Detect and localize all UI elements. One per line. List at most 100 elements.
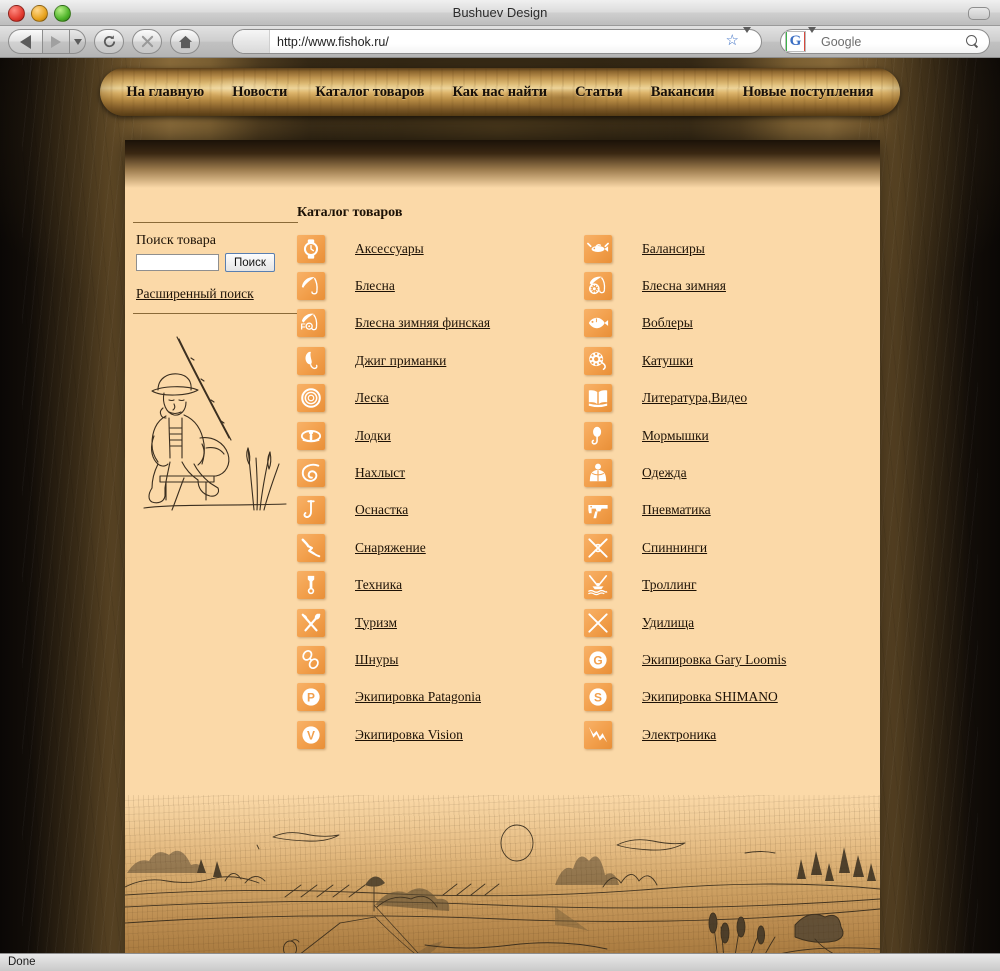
catalog-item[interactable]: Лодки (297, 417, 584, 454)
catalog-link[interactable]: Аксессуары (355, 241, 424, 257)
catalog-link[interactable]: Удилища (642, 615, 694, 631)
catalog-item[interactable]: F Блесна зимняя финская (297, 305, 584, 342)
main-navigation: На главную Новости Каталог товаров Как н… (100, 68, 900, 116)
search-bar[interactable]: G Google (780, 26, 990, 54)
history-dropdown-button[interactable] (69, 29, 86, 54)
catalog-item[interactable]: Балансиры (584, 230, 871, 267)
catalog-link[interactable]: Экипировка Vision (355, 727, 463, 743)
catalog-item[interactable]: P Экипировка Patagonia (297, 679, 584, 716)
catalog-item[interactable]: Техника (297, 567, 584, 604)
address-bar[interactable]: http://www.fishok.ru/ ☆ (232, 26, 762, 54)
reload-button[interactable] (94, 29, 124, 54)
catalog-item[interactable]: Электроника (584, 716, 871, 753)
catalog-link[interactable]: Электроника (642, 727, 716, 743)
nav-item-articles[interactable]: Статьи (561, 84, 637, 101)
catalog-item[interactable]: Шнуры (297, 641, 584, 678)
catalog-item[interactable]: Катушки (584, 342, 871, 379)
clothing-person-icon (584, 459, 612, 488)
back-button[interactable] (8, 29, 42, 54)
catalog-item[interactable]: Джиг приманки (297, 342, 584, 379)
open-book-icon (584, 384, 612, 413)
sidebar-divider-bottom (133, 313, 298, 314)
finnish-winter-lure-icon: F (297, 309, 325, 338)
catalog-link[interactable]: Техника (355, 577, 402, 593)
search-engine-dropdown-icon[interactable] (808, 26, 816, 51)
catalog-link[interactable]: Блесна зимняя финская (355, 315, 490, 331)
catalog-item[interactable]: Литература,Видео (584, 380, 871, 417)
catalog-item[interactable]: Леска (297, 380, 584, 417)
catalog-link[interactable]: Одежда (642, 465, 687, 481)
catalog-link[interactable]: Джиг приманки (355, 353, 446, 369)
search-row: Поиск (136, 253, 298, 272)
stop-button[interactable] (132, 29, 162, 54)
catalog-link[interactable]: Нахлыст (355, 465, 405, 481)
product-search-button[interactable]: Поиск (225, 253, 275, 272)
catalog-item[interactable]: Блесна (297, 267, 584, 304)
toolbar-toggle-button[interactable] (968, 7, 990, 20)
catalog-item[interactable]: Пневматика (584, 492, 871, 529)
catalog-link[interactable]: Шнуры (355, 652, 398, 668)
catalog-item[interactable]: Одежда (584, 454, 871, 491)
catalog-link[interactable]: Туризм (355, 615, 397, 631)
catalog-link[interactable]: Экипировка Gary Loomis (642, 652, 786, 668)
catalog-link[interactable]: Леска (355, 390, 389, 406)
svg-text:V: V (307, 728, 315, 742)
boat-icon (297, 421, 325, 450)
catalog-link[interactable]: Катушки (642, 353, 693, 369)
catalog-item[interactable]: V Экипировка Vision (297, 716, 584, 753)
catalog-link[interactable]: Оснастка (355, 502, 408, 518)
search-input[interactable]: Google (821, 35, 966, 49)
catalog-link[interactable]: Балансиры (642, 241, 705, 257)
catalog-item[interactable]: Оснастка (297, 492, 584, 529)
catalog-link[interactable]: Мормышки (642, 428, 709, 444)
spoon-lure-icon (297, 272, 325, 301)
google-logo-icon[interactable]: G (785, 31, 806, 52)
catalog-item[interactable]: Спиннинги (584, 529, 871, 566)
catalog-item[interactable]: Троллинг (584, 567, 871, 604)
catalog-link[interactable]: Троллинг (642, 577, 697, 593)
nav-item-news[interactable]: Новости (218, 84, 301, 101)
bookmark-dropdown-icon[interactable] (743, 26, 751, 51)
bookmark-star-icon[interactable]: ☆ (726, 34, 739, 49)
catalog-link[interactable]: Блесна зимняя (642, 278, 726, 294)
catalog-link[interactable]: Пневматика (642, 502, 711, 518)
letter-g-icon: G (584, 645, 612, 674)
catalog-item[interactable]: G Экипировка Gary Loomis (584, 641, 871, 678)
catalog-link[interactable]: Блесна (355, 278, 395, 294)
nav-item-new-arrivals[interactable]: Новые поступления (729, 84, 888, 101)
advanced-search-link[interactable]: Расширенный поиск (136, 286, 254, 302)
catalog-link[interactable]: Экипировка SHIMANO (642, 689, 778, 705)
catalog-item[interactable]: S Экипировка SHIMANO (584, 679, 871, 716)
nav-item-home[interactable]: На главную (112, 84, 218, 101)
url-input[interactable]: http://www.fishok.ru/ (270, 35, 726, 49)
catalog-item[interactable]: Блесна зимняя (584, 267, 871, 304)
catalog-item[interactable]: Туризм (297, 604, 584, 641)
site-header-scroll: На главную Новости Каталог товаров Как н… (100, 68, 900, 116)
watch-icon (297, 234, 325, 263)
catalog-item[interactable]: Снаряжение (297, 529, 584, 566)
nav-item-vacancies[interactable]: Вакансии (637, 84, 729, 101)
search-icon[interactable] (966, 35, 979, 48)
catalog-item[interactable]: Удилища (584, 604, 871, 641)
catalog-link[interactable]: Снаряжение (355, 540, 426, 556)
hook-rig-icon (297, 496, 325, 525)
home-button[interactable] (170, 29, 200, 54)
search-label: Поиск товара (136, 233, 216, 248)
nav-item-find-us[interactable]: Как нас найти (438, 84, 561, 101)
browser-toolbar: http://www.fishok.ru/ ☆ G Google (0, 26, 1000, 68)
catalog-link[interactable]: Литература,Видео (642, 390, 747, 406)
product-search-input[interactable] (136, 254, 219, 271)
catalog-link[interactable]: Воблеры (642, 315, 693, 331)
catalog-link[interactable]: Спиннинги (642, 540, 707, 556)
catalog-item[interactable]: Воблеры (584, 305, 871, 342)
catalog-item[interactable]: Аксессуары (297, 230, 584, 267)
catalog-link[interactable]: Лодки (355, 428, 391, 444)
catalog-item[interactable]: Нахлыст (297, 454, 584, 491)
nav-item-catalog[interactable]: Каталог товаров (301, 84, 438, 101)
catalog-link[interactable]: Экипировка Patagonia (355, 689, 481, 705)
sidebar: Поиск товара Поиск Расширенный поиск (133, 222, 298, 513)
status-bar: Done (0, 953, 1000, 971)
catalog-item[interactable]: Мормышки (584, 417, 871, 454)
forward-button[interactable] (42, 29, 69, 54)
mormyshka-icon (584, 421, 612, 450)
